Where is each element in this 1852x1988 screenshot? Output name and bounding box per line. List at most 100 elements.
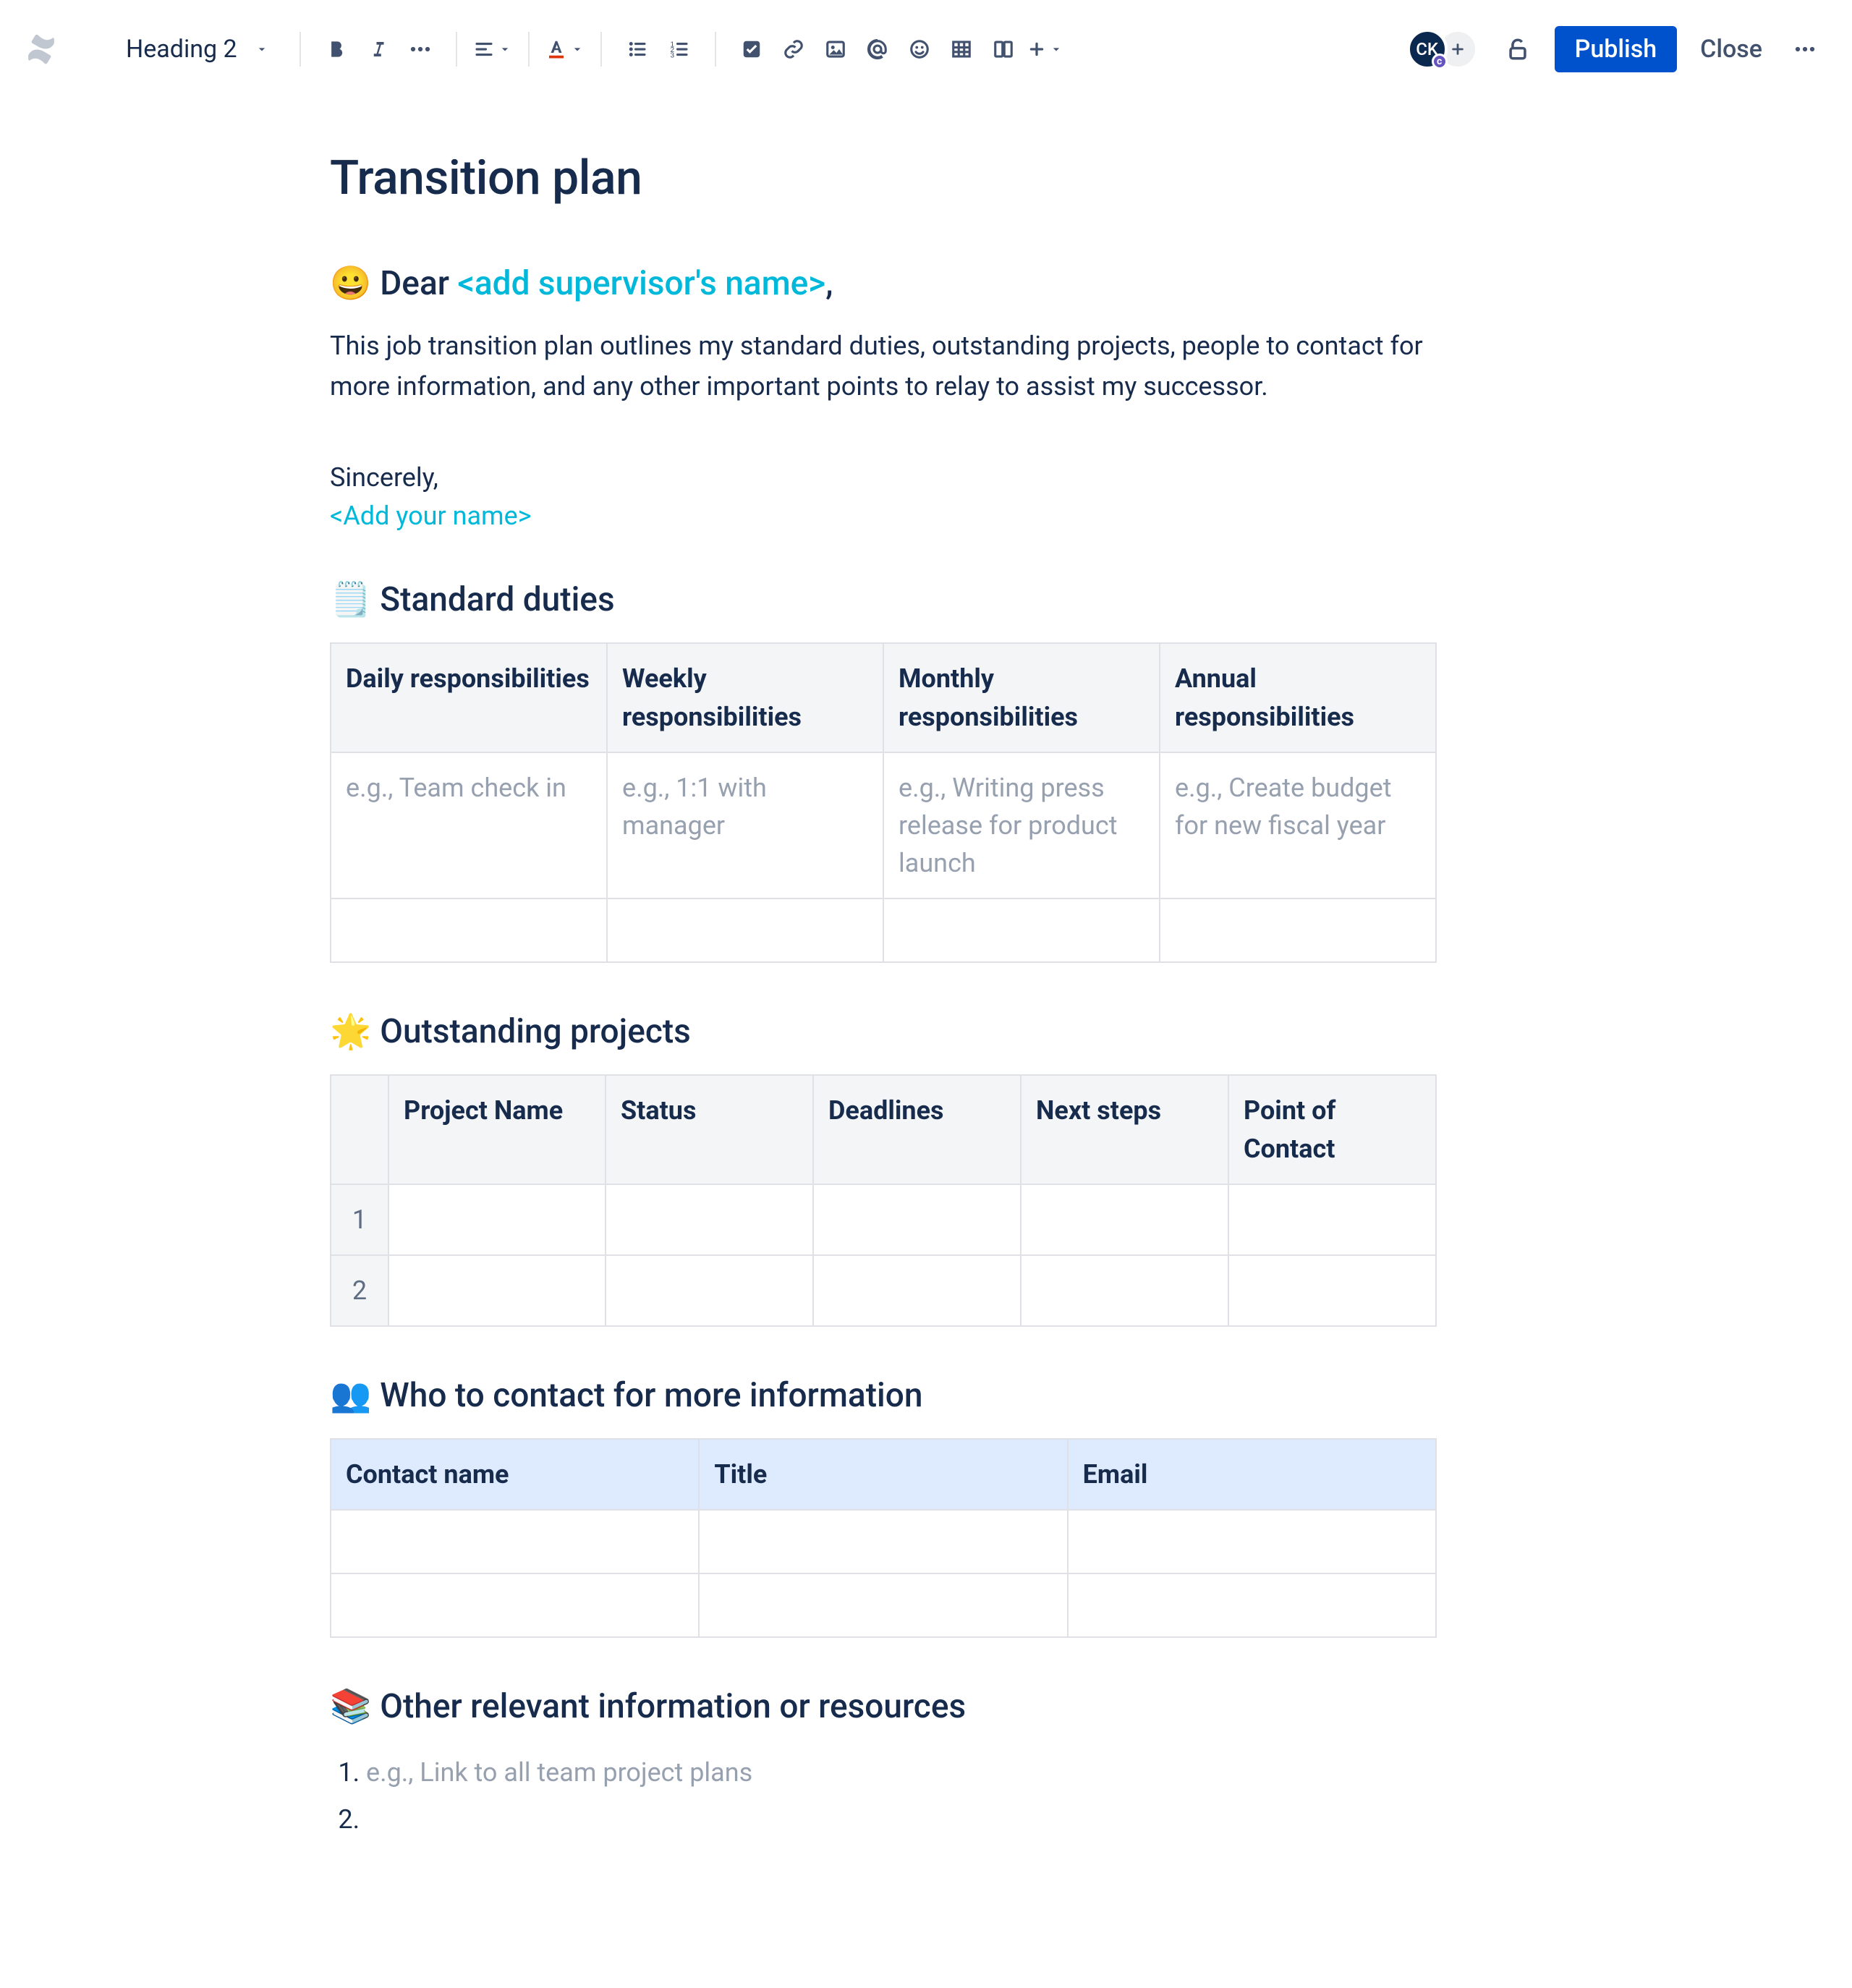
action-item-button[interactable] xyxy=(732,30,771,69)
text-color-dropdown[interactable] xyxy=(545,30,585,69)
projects-table[interactable]: Project Name Status Deadlines Next steps… xyxy=(330,1074,1437,1327)
row-number: 1 xyxy=(331,1184,388,1255)
duties-table[interactable]: Daily responsibilities Weekly responsibi… xyxy=(330,642,1437,963)
resources-heading[interactable]: 📚 Other relevant information or resource… xyxy=(330,1687,1437,1726)
duties-col-annual[interactable]: Annual responsibilities xyxy=(1160,643,1436,752)
projects-col-deadline[interactable]: Deadlines xyxy=(813,1075,1021,1184)
publish-button[interactable]: Publish xyxy=(1555,26,1677,72)
contacts-col-title[interactable]: Title xyxy=(699,1439,1067,1510)
duties-col-weekly[interactable]: Weekly responsibilities xyxy=(607,643,883,752)
bold-button[interactable] xyxy=(317,30,356,69)
duties-cell[interactable] xyxy=(883,899,1160,962)
projects-cell[interactable] xyxy=(388,1255,606,1326)
editor-toolbar: Heading 2 123 xyxy=(0,0,1852,98)
numbered-list-button[interactable]: 123 xyxy=(660,30,699,69)
list-item[interactable] xyxy=(366,1796,1437,1843)
table-row xyxy=(331,1510,1436,1573)
duties-cell[interactable] xyxy=(331,899,607,962)
separator xyxy=(300,32,301,67)
separator xyxy=(456,32,457,67)
link-button[interactable] xyxy=(774,30,813,69)
name-placeholder[interactable]: <Add your name> xyxy=(330,501,532,531)
editor-document[interactable]: Transition plan 😀 Dear <add supervisor's… xyxy=(330,150,1437,1843)
svg-text:3: 3 xyxy=(670,51,674,59)
duties-cell[interactable]: e.g., Team check in xyxy=(331,752,607,899)
projects-cell[interactable] xyxy=(1021,1184,1228,1255)
projects-cell[interactable] xyxy=(813,1184,1021,1255)
projects-col-next[interactable]: Next steps xyxy=(1021,1075,1228,1184)
emoji-button[interactable] xyxy=(900,30,939,69)
contacts-heading[interactable]: 👥 Who to contact for more information xyxy=(330,1376,1437,1415)
projects-cell[interactable] xyxy=(1228,1255,1436,1326)
duties-cell[interactable] xyxy=(1160,899,1436,962)
mention-button[interactable] xyxy=(858,30,897,69)
contacts-col-name[interactable]: Contact name xyxy=(331,1439,699,1510)
projects-cell[interactable] xyxy=(606,1184,813,1255)
text-style-dropdown[interactable]: Heading 2 xyxy=(119,29,284,69)
separator xyxy=(528,32,530,67)
bullet-list-button[interactable] xyxy=(618,30,657,69)
projects-cell[interactable] xyxy=(1021,1255,1228,1326)
align-dropdown[interactable] xyxy=(473,30,512,69)
duties-cell[interactable] xyxy=(607,899,883,962)
projects-cell[interactable] xyxy=(1228,1184,1436,1255)
contacts-cell[interactable] xyxy=(699,1510,1067,1573)
projects-col-num[interactable] xyxy=(331,1075,388,1184)
separator xyxy=(715,32,716,67)
projects-col-name[interactable]: Project Name xyxy=(388,1075,606,1184)
contacts-cell[interactable] xyxy=(331,1573,699,1637)
resources-list[interactable]: e.g., Link to all team project plans xyxy=(330,1749,1437,1843)
projects-col-status[interactable]: Status xyxy=(606,1075,813,1184)
greeting-emoji: 😀 xyxy=(330,264,371,303)
supervisor-placeholder[interactable]: <add supervisor's name> xyxy=(457,264,825,303)
duties-heading[interactable]: 🗒️ Standard duties xyxy=(330,580,1437,619)
contacts-cell[interactable] xyxy=(1068,1573,1436,1637)
contacts-col-email[interactable]: Email xyxy=(1068,1439,1436,1510)
italic-button[interactable] xyxy=(359,30,398,69)
projects-cell[interactable] xyxy=(606,1255,813,1326)
projects-cell[interactable] xyxy=(388,1184,606,1255)
close-button[interactable]: Close xyxy=(1680,26,1783,72)
restrictions-button[interactable] xyxy=(1498,30,1537,69)
contacts-cell[interactable] xyxy=(699,1573,1067,1637)
contacts-cell[interactable] xyxy=(331,1510,699,1573)
separator xyxy=(600,32,602,67)
contacts-cell[interactable] xyxy=(1068,1510,1436,1573)
more-formatting-button[interactable] xyxy=(401,30,440,69)
list-item[interactable]: e.g., Link to all team project plans xyxy=(366,1749,1437,1796)
avatar-stack: CK c xyxy=(1407,29,1478,69)
more-actions-button[interactable] xyxy=(1785,30,1825,69)
duties-cell[interactable]: e.g., Writing press release for product … xyxy=(883,752,1160,899)
people-icon: 👥 xyxy=(330,1376,371,1415)
layouts-button[interactable] xyxy=(984,30,1023,69)
duties-cell[interactable]: e.g., 1:1 with manager xyxy=(607,752,883,899)
duties-cell[interactable]: e.g., Create budget for new fiscal year xyxy=(1160,752,1436,899)
table-row: 2 xyxy=(331,1255,1436,1326)
greeting-heading[interactable]: 😀 Dear <add supervisor's name>, xyxy=(330,264,1437,303)
table-row: e.g., Team check in e.g., 1:1 with manag… xyxy=(331,752,1436,899)
page-title[interactable]: Transition plan xyxy=(330,150,1437,206)
user-avatar[interactable]: CK c xyxy=(1407,29,1448,69)
image-button[interactable] xyxy=(816,30,855,69)
toolbar-right: CK c Publish Close xyxy=(1407,26,1825,72)
chevron-down-icon xyxy=(255,42,269,56)
text-style-label: Heading 2 xyxy=(126,35,237,64)
table-row xyxy=(331,899,1436,962)
row-number: 2 xyxy=(331,1255,388,1326)
projects-heading[interactable]: 🌟 Outstanding projects xyxy=(330,1012,1437,1051)
intro-paragraph[interactable]: This job transition plan outlines my sta… xyxy=(330,326,1437,407)
chevron-down-icon xyxy=(498,42,512,56)
chevron-down-icon xyxy=(1049,42,1063,56)
signoff[interactable]: Sincerely, xyxy=(330,458,1437,498)
toolbar-left: Heading 2 123 xyxy=(25,29,1065,69)
projects-col-poc[interactable]: Point of Contact xyxy=(1228,1075,1436,1184)
projects-cell[interactable] xyxy=(813,1255,1021,1326)
confluence-logo[interactable] xyxy=(25,33,58,66)
duties-col-monthly[interactable]: Monthly responsibilities xyxy=(883,643,1160,752)
table-row xyxy=(331,1573,1436,1637)
insert-dropdown[interactable] xyxy=(1026,30,1065,69)
table-button[interactable] xyxy=(942,30,981,69)
contacts-table[interactable]: Contact name Title Email xyxy=(330,1438,1437,1638)
notepad-icon: 🗒️ xyxy=(330,580,371,619)
duties-col-daily[interactable]: Daily responsibilities xyxy=(331,643,607,752)
